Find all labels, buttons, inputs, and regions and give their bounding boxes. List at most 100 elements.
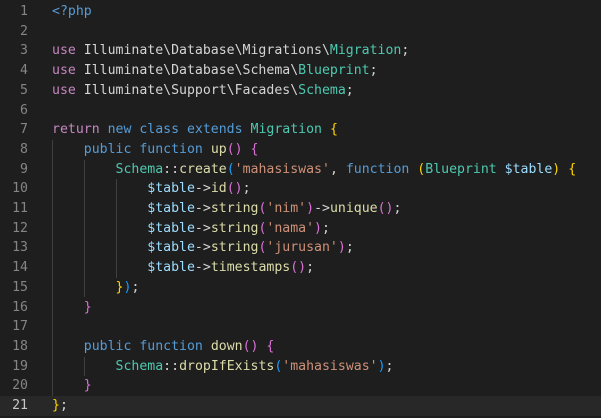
line-number: 9 [20, 161, 28, 177]
code-token: ) [314, 220, 322, 236]
code-text[interactable]: $table->string('nim')->unique(); [52, 199, 401, 219]
code-line[interactable]: 17 [0, 317, 601, 337]
code-line[interactable]: 9 Schema::create('mahasiswas', function … [0, 160, 601, 180]
code-token: ) [306, 201, 315, 216]
code-text[interactable]: }); [52, 278, 140, 298]
code-text[interactable]: Schema::dropIfExists('mahasiswas'); [52, 357, 394, 377]
code-token: { [250, 141, 259, 157]
code-text[interactable]: return new class extends Migration { [52, 120, 338, 140]
code-text[interactable]: public function up() { [52, 140, 259, 160]
code-line[interactable]: 15 }); [0, 278, 601, 298]
code-token: ) [377, 358, 386, 374]
code-token: 'nama' [266, 220, 315, 236]
code-token: $table [147, 201, 195, 216]
code-token: () [290, 260, 307, 276]
code-line[interactable]: 7 return new class extends Migration { [0, 120, 601, 140]
code-text[interactable]: $table->string('nama'); [52, 219, 330, 239]
code-text[interactable]: } [52, 298, 92, 318]
code-line[interactable]: 18 public function down() { [0, 337, 601, 357]
code-text[interactable]: use Illuminate\Database\Schema\Blueprint… [52, 61, 378, 81]
code-token: Schema [298, 82, 346, 98]
code-token: ; [345, 240, 354, 256]
code-token: -> [194, 220, 211, 236]
line-number: 15 [12, 279, 28, 295]
line-number: 19 [12, 358, 28, 374]
code-text[interactable]: $table->timestamps(); [52, 258, 314, 278]
line-number: 13 [12, 240, 28, 256]
code-token: { [329, 122, 338, 138]
code-token: down [210, 338, 243, 354]
code-token: Illuminate\Database\Migrations\ [83, 43, 330, 59]
code-token: ; [369, 63, 378, 79]
code-token: } [83, 299, 92, 315]
code-token: dropIfExists [179, 358, 275, 374]
code-token: $table [147, 220, 195, 236]
code-token: ) [337, 240, 346, 256]
code-line[interactable]: 2 [0, 22, 601, 42]
line-number: 1 [20, 4, 28, 19]
code-line[interactable]: 4 use Illuminate\Database\Schema\Blueprin… [0, 61, 601, 81]
code-token: } [83, 378, 92, 394]
code-text[interactable]: }; [52, 396, 68, 416]
code-text[interactable]: $table->id(); [52, 179, 250, 199]
code-token: string [210, 220, 259, 236]
code-token: <?php [52, 4, 92, 19]
code-token: public [83, 141, 140, 157]
code-line[interactable]: 3 use Illuminate\Database\Migrations\Migr… [0, 41, 601, 61]
code-token: 'nim' [266, 201, 307, 216]
code-token: string [210, 201, 259, 216]
code-line[interactable]: 1 <?php [0, 2, 601, 22]
code-line[interactable]: 8 public function up() { [0, 140, 601, 160]
code-token: function [345, 161, 418, 177]
code-token: 'mahasiswas' [282, 358, 378, 374]
code-text[interactable]: } [52, 376, 92, 396]
line-number: 10 [12, 181, 28, 197]
line-number: 6 [20, 102, 28, 118]
code-token: ; [401, 43, 410, 59]
code-line[interactable]: 16 } [0, 298, 601, 318]
code-token: new [107, 122, 140, 138]
line-number: 16 [12, 299, 28, 315]
code-line[interactable]: 20 } [0, 376, 601, 396]
code-token: Schema [115, 161, 164, 177]
line-number: 8 [20, 141, 28, 157]
code-line[interactable]: 19 Schema::dropIfExists('mahasiswas'); [0, 357, 601, 377]
code-token: -> [194, 181, 211, 197]
code-line[interactable]: 5 use Illuminate\Support\Facades\Schema; [0, 81, 601, 101]
code-line[interactable]: 21}; [0, 396, 601, 416]
code-line[interactable]: 12 $table->string('nama'); [0, 219, 601, 239]
code-line[interactable]: 6 [0, 101, 601, 121]
code-line[interactable]: 11 $table->string('nim')->unique(); [0, 199, 601, 219]
code-token: :: [163, 358, 180, 374]
code-token: up [210, 141, 227, 157]
code-token: :: [163, 161, 180, 177]
code-line[interactable]: 10 $table->id(); [0, 179, 601, 199]
code-text[interactable]: public function down() { [52, 337, 275, 357]
code-token: -> [194, 240, 211, 256]
code-text[interactable]: use Illuminate\Database\Migrations\Migra… [52, 41, 409, 61]
code-token: $table [496, 161, 553, 177]
code-text[interactable]: use Illuminate\Support\Facades\Schema; [52, 81, 354, 101]
line-number: 11 [12, 201, 28, 216]
code-editor[interactable]: 1 <?php 2 3 use Illuminate\Database\Migratio… [0, 0, 601, 418]
code-token: ; [385, 358, 394, 374]
code-token: use [52, 82, 84, 98]
code-text[interactable]: Schema::create('mahasiswas', function (B… [52, 160, 577, 180]
line-number: 4 [20, 63, 28, 79]
line-number: 18 [12, 338, 28, 354]
line-number: 17 [12, 319, 28, 335]
code-token: $table [147, 240, 195, 256]
code-token: 'jurusan' [266, 240, 338, 256]
code-token: function [139, 338, 211, 354]
code-line[interactable]: 14 $table->timestamps(); [0, 258, 601, 278]
code-text[interactable]: <?php [52, 2, 92, 22]
code-token: ; [393, 201, 402, 216]
code-line[interactable]: 13 $table->string('jurusan'); [0, 238, 601, 258]
code-text[interactable]: $table->string('jurusan'); [52, 238, 354, 258]
code-token: unique [329, 201, 378, 216]
code-token: ; [306, 260, 315, 276]
